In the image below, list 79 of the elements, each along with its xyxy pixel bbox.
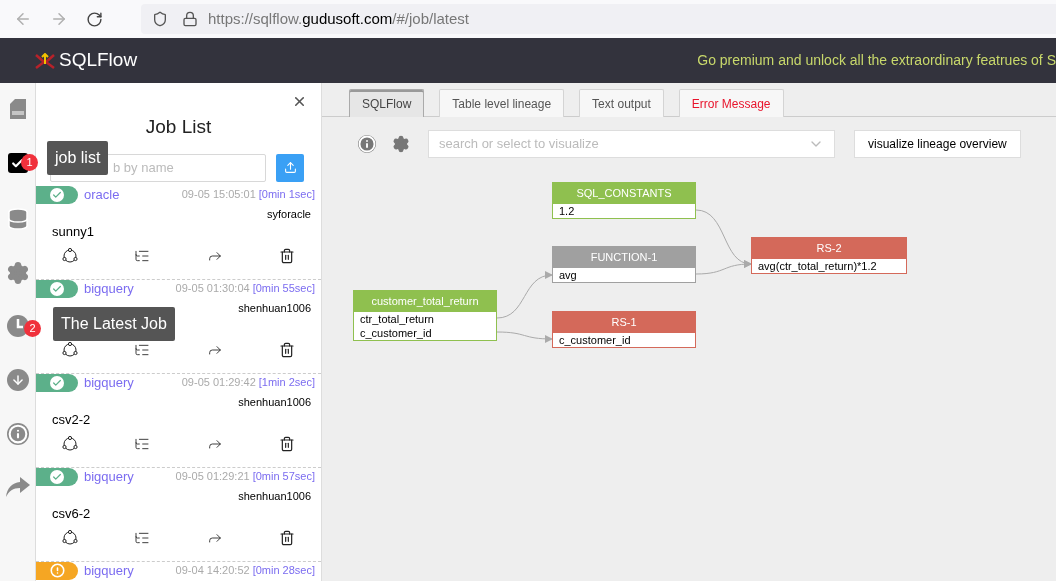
job-duration: [1min 2sec] bbox=[258, 375, 315, 391]
clock-icon[interactable] bbox=[6, 315, 29, 337]
database-icon[interactable] bbox=[5, 207, 30, 231]
tree-icon[interactable] bbox=[134, 436, 151, 452]
job-name[interactable]: csv6-2 bbox=[36, 504, 321, 520]
lineage-edge bbox=[496, 271, 553, 319]
node-title: RS-1 bbox=[553, 312, 695, 333]
upload-button[interactable] bbox=[276, 153, 304, 182]
job-user: shenhuan1006 bbox=[237, 488, 312, 504]
job-time: 09-05 01:29:42 bbox=[181, 375, 256, 391]
promo-text[interactable]: Go premium and unlock all the extraordinary featrues of S bbox=[677, 50, 1056, 71]
graph-icon[interactable] bbox=[62, 436, 78, 452]
job-name[interactable]: sunny1 bbox=[36, 222, 321, 238]
panel-title: Job List bbox=[144, 115, 213, 139]
info-icon[interactable] bbox=[6, 423, 29, 445]
database-name[interactable]: bigquery bbox=[84, 466, 134, 487]
job-time: 09-05 01:30:04 bbox=[175, 281, 250, 297]
delete-icon[interactable] bbox=[279, 248, 295, 264]
job-duration: [0min 1sec] bbox=[258, 187, 315, 203]
column-row[interactable]: c_customer_id bbox=[553, 333, 695, 347]
table-node[interactable]: RS-1 c_customer_id bbox=[552, 311, 696, 348]
info-icon[interactable] bbox=[358, 134, 376, 153]
tree-icon[interactable] bbox=[134, 248, 151, 264]
column-row[interactable]: ctr_total_return bbox=[354, 312, 496, 326]
job-duration: [0min 28sec] bbox=[252, 563, 315, 579]
close-icon[interactable] bbox=[292, 94, 307, 109]
download-icon[interactable] bbox=[6, 369, 29, 391]
settings-icon[interactable] bbox=[5, 261, 30, 285]
node-title: FUNCTION-1 bbox=[553, 247, 695, 268]
database-name[interactable]: bigquery bbox=[84, 560, 134, 581]
sql-file-icon[interactable] bbox=[9, 99, 26, 119]
column-row[interactable]: c_customer_id bbox=[354, 326, 496, 340]
database-name[interactable]: oracle bbox=[84, 184, 120, 205]
lock-icon bbox=[182, 11, 198, 27]
logo-text: SQLFlow bbox=[59, 48, 138, 73]
upload-icon bbox=[283, 161, 297, 174]
table-node[interactable]: FUNCTION-1 avg bbox=[552, 246, 696, 283]
job-time: 09-05 01:29:21 bbox=[175, 469, 250, 485]
node-title: RS-2 bbox=[752, 238, 906, 259]
overview-button[interactable]: visualize lineage overview bbox=[854, 129, 1021, 158]
table-node[interactable]: customer_total_return ctr_total_return c_customer_id bbox=[353, 290, 497, 341]
job-time: 09-05 15:05:01 bbox=[181, 187, 256, 203]
tab[interactable]: SQLFlow bbox=[349, 89, 425, 117]
column-row[interactable]: 1.2 bbox=[553, 204, 695, 218]
reload-icon[interactable] bbox=[86, 10, 103, 28]
table-node[interactable]: RS-2 avg(ctr_total_return)*1.2 bbox=[751, 237, 907, 274]
graph-icon[interactable] bbox=[62, 248, 78, 264]
node-title: SQL_CONSTANTS bbox=[553, 183, 695, 204]
column-row[interactable]: avg(ctr_total_return)*1.2 bbox=[752, 259, 906, 273]
delete-icon[interactable] bbox=[279, 342, 295, 358]
delete-icon[interactable] bbox=[279, 530, 295, 546]
task-check-icon[interactable] bbox=[7, 153, 28, 173]
column-row[interactable]: avg bbox=[553, 268, 695, 282]
tab[interactable]: Text output bbox=[579, 89, 664, 117]
graph-icon[interactable] bbox=[62, 342, 78, 358]
table-node[interactable]: SQL_CONSTANTS 1.2 bbox=[552, 182, 696, 219]
database-name[interactable]: bigquery bbox=[84, 278, 134, 299]
tooltip: job list bbox=[47, 141, 109, 175]
graph-icon[interactable] bbox=[62, 530, 78, 546]
share-icon[interactable] bbox=[5, 477, 30, 497]
settings-icon[interactable] bbox=[392, 134, 410, 153]
logo-icon bbox=[35, 52, 55, 69]
shield-icon bbox=[152, 11, 168, 27]
job-user: shenhuan1006 bbox=[237, 300, 312, 316]
tree-icon[interactable] bbox=[134, 342, 151, 358]
lineage-edge bbox=[496, 331, 553, 343]
job-name[interactable]: csv2-2 bbox=[36, 410, 321, 426]
tree-icon[interactable] bbox=[134, 530, 151, 546]
job-user: syforacle bbox=[265, 206, 312, 222]
job-time: 09-04 14:20:52 bbox=[175, 563, 250, 579]
database-name[interactable]: bigquery bbox=[84, 372, 134, 393]
tab[interactable]: Error Message bbox=[678, 89, 784, 117]
job-duration: [0min 57sec] bbox=[252, 469, 315, 485]
node-title: customer_total_return bbox=[354, 291, 496, 312]
job-duration: [0min 55sec] bbox=[252, 281, 315, 297]
tab[interactable]: Table level lineage bbox=[439, 89, 565, 117]
job-user: shenhuan1006 bbox=[237, 394, 312, 410]
delete-icon[interactable] bbox=[279, 436, 295, 452]
tooltip: The Latest Job bbox=[53, 307, 175, 341]
